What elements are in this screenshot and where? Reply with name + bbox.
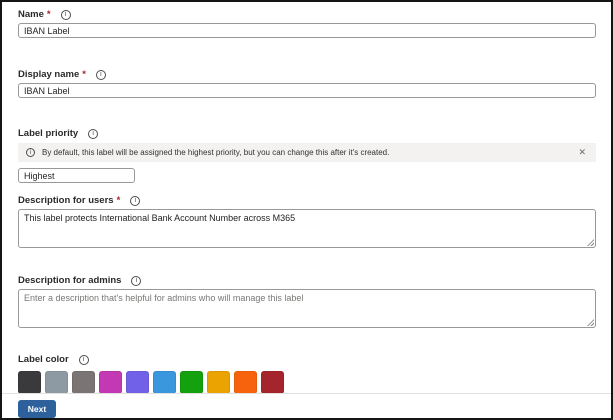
color-swatch-row bbox=[18, 371, 596, 394]
info-icon[interactable]: i bbox=[61, 10, 71, 20]
display-name-label: Display name * i bbox=[18, 69, 596, 80]
info-icon[interactable]: i bbox=[130, 196, 140, 206]
label-priority-label-text: Label priority bbox=[18, 128, 78, 139]
label-creation-form: Name * i Display name * i Label priority… bbox=[0, 0, 613, 420]
color-swatch[interactable] bbox=[99, 371, 122, 394]
section-label-priority: Label priority i i By default, this labe… bbox=[18, 128, 596, 183]
required-asterisk: * bbox=[117, 195, 121, 206]
info-icon[interactable]: i bbox=[131, 276, 141, 286]
display-name-input[interactable] bbox=[18, 83, 596, 98]
required-asterisk: * bbox=[82, 69, 86, 80]
section-description-users: Description for users * i This label pro… bbox=[18, 195, 596, 248]
color-swatch[interactable] bbox=[72, 371, 95, 394]
required-asterisk: * bbox=[47, 9, 51, 20]
color-swatch[interactable] bbox=[261, 371, 284, 394]
color-swatch[interactable] bbox=[234, 371, 257, 394]
info-icon[interactable]: i bbox=[79, 355, 89, 365]
color-swatch[interactable] bbox=[18, 371, 41, 394]
description-users-wrap: This label protects International Bank A… bbox=[18, 209, 596, 248]
description-users-label-text: Description for users bbox=[18, 195, 114, 206]
section-description-admins: Description for admins i bbox=[18, 275, 596, 328]
section-display-name: Display name * i bbox=[18, 69, 596, 98]
description-users-label: Description for users * i bbox=[18, 195, 596, 206]
form-content: Name * i Display name * i Label priority… bbox=[2, 2, 611, 394]
name-label-text: Name bbox=[18, 9, 44, 20]
color-swatch[interactable] bbox=[207, 371, 230, 394]
priority-banner-text: By default, this label will be assigned … bbox=[42, 148, 576, 157]
section-name: Name * i bbox=[18, 9, 596, 38]
description-admins-wrap bbox=[18, 289, 596, 328]
footer-divider bbox=[2, 393, 611, 394]
section-label-color: Label color i bbox=[18, 354, 596, 394]
label-color-label-text: Label color bbox=[18, 354, 69, 365]
label-priority-label: Label priority i bbox=[18, 128, 596, 139]
label-priority-input[interactable] bbox=[18, 168, 135, 183]
info-icon[interactable]: i bbox=[96, 70, 106, 80]
display-name-label-text: Display name bbox=[18, 69, 79, 80]
next-button[interactable]: Next bbox=[18, 400, 56, 418]
priority-info-banner: i By default, this label will be assigne… bbox=[18, 143, 596, 162]
name-label: Name * i bbox=[18, 9, 596, 20]
description-users-textarea[interactable]: This label protects International Bank A… bbox=[18, 209, 596, 248]
description-admins-textarea[interactable] bbox=[18, 289, 596, 328]
label-color-label: Label color i bbox=[18, 354, 596, 365]
info-icon[interactable]: i bbox=[88, 129, 98, 139]
description-admins-label-text: Description for admins bbox=[18, 275, 121, 286]
info-icon: i bbox=[26, 148, 35, 157]
close-icon[interactable]: ✕ bbox=[576, 146, 588, 159]
color-swatch[interactable] bbox=[126, 371, 149, 394]
color-swatch[interactable] bbox=[153, 371, 176, 394]
color-swatch[interactable] bbox=[45, 371, 68, 394]
name-input[interactable] bbox=[18, 23, 596, 38]
color-swatch[interactable] bbox=[180, 371, 203, 394]
description-admins-label: Description for admins i bbox=[18, 275, 596, 286]
